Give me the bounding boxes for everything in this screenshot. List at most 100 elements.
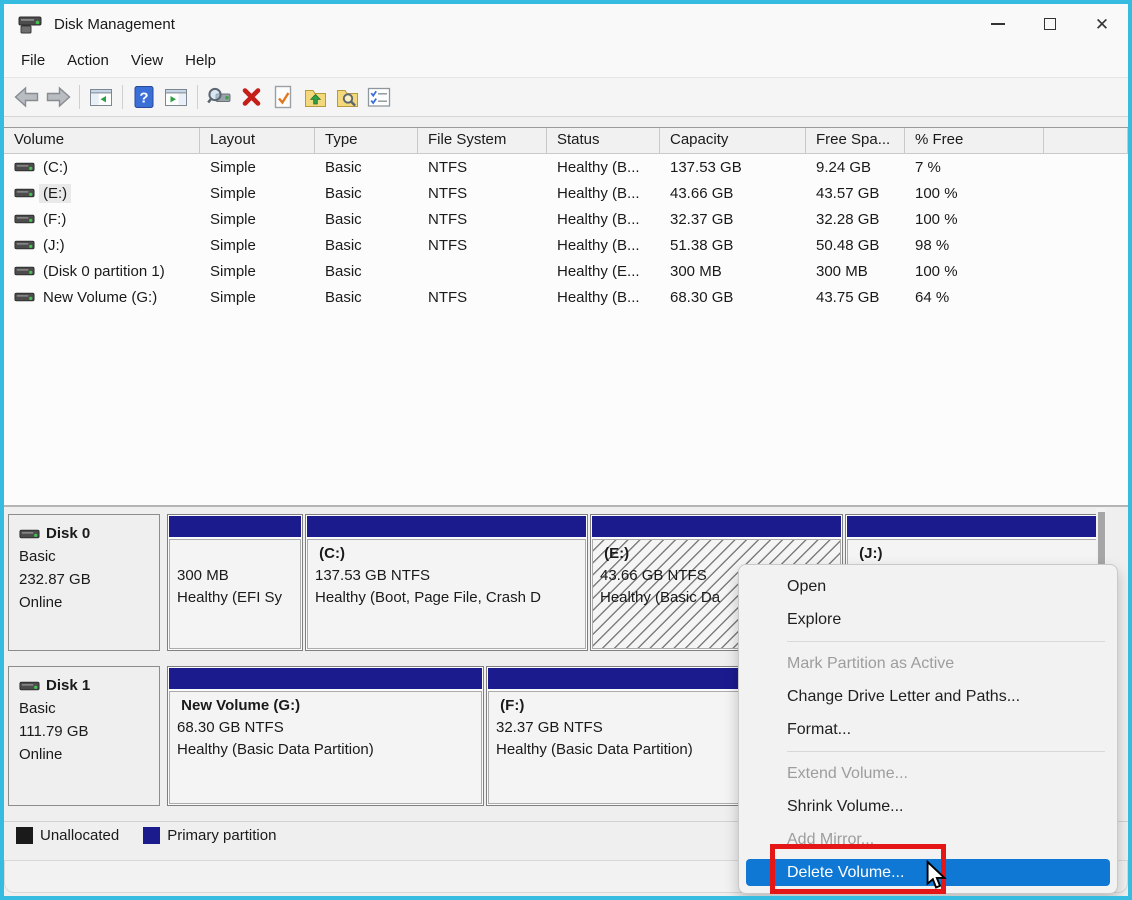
menubar-item-file[interactable]: File: [10, 48, 56, 73]
cell-free_space: 43.75 GB: [806, 289, 905, 306]
table-row[interactable]: (C:)SimpleBasicNTFSHealthy (B...137.53 G…: [4, 154, 1128, 180]
toolbar-button-delete[interactable]: [235, 82, 267, 112]
cell-status: Healthy (B...: [547, 185, 660, 202]
column-header-volume[interactable]: Volume: [4, 128, 200, 153]
toolbar-button-show-console-tree[interactable]: [85, 82, 117, 112]
context-menu-item-change-drive-letter-and-paths[interactable]: Change Drive Letter and Paths...: [739, 680, 1117, 713]
folder-up-icon: [303, 86, 328, 108]
context-menu-item-explore[interactable]: Explore: [739, 603, 1117, 636]
partition-title: New Volume (G:): [177, 695, 481, 717]
volume-cell: (E:): [4, 184, 200, 203]
cell-free_space: 32.28 GB: [806, 211, 905, 228]
toolbar-button-back[interactable]: [10, 82, 42, 112]
column-header-type[interactable]: Type: [315, 128, 418, 153]
menubar-item-view[interactable]: View: [120, 48, 174, 73]
table-row[interactable]: (F:)SimpleBasicNTFSHealthy (B...32.37 GB…: [4, 206, 1128, 232]
partition-title: (E:): [600, 543, 840, 565]
cell-layout: Simple: [200, 159, 315, 176]
legend-swatch: [16, 827, 33, 844]
partition-type-bar: [169, 668, 482, 689]
view-list-icon: [367, 86, 391, 108]
cell-free_space: 300 MB: [806, 263, 905, 280]
toolbar-button-view-list[interactable]: [363, 82, 395, 112]
cell-layout: Simple: [200, 237, 315, 254]
partition-title: (J:): [855, 543, 1102, 565]
maximize-button[interactable]: [1024, 4, 1076, 44]
disk-name: Disk 1: [19, 674, 159, 697]
drive-icon: [14, 187, 35, 199]
context-menu-item-extend-volume: Extend Volume...: [739, 757, 1117, 790]
column-header-layout[interactable]: Layout: [200, 128, 315, 153]
disk-label-0[interactable]: Disk 0Basic232.87 GBOnline: [8, 514, 160, 651]
cell-pct_free: 100 %: [905, 211, 1044, 228]
table-row[interactable]: New Volume (G:)SimpleBasicNTFSHealthy (B…: [4, 284, 1128, 310]
back-icon: [13, 86, 40, 108]
cell-layout: Simple: [200, 263, 315, 280]
context-menu-item-open[interactable]: Open: [739, 570, 1117, 603]
drive-icon: [14, 161, 35, 173]
legend-swatch: [143, 827, 160, 844]
partition[interactable]: 300 MBHealthy (EFI Sy: [167, 514, 303, 651]
disk-size: 111.79 GB: [19, 720, 159, 743]
toolbar-button-folder-up[interactable]: [299, 82, 331, 112]
disk-icon: [19, 680, 40, 692]
partition-c[interactable]: (C:)137.53 GB NTFSHealthy (Boot, Page Fi…: [305, 514, 588, 651]
context-menu-separator: [787, 751, 1105, 752]
menubar-item-action[interactable]: Action: [56, 48, 120, 73]
help-icon: ?: [134, 85, 154, 109]
disk-management-app-icon: [18, 14, 42, 34]
toolbar-separator: [79, 85, 80, 109]
table-row[interactable]: (J:)SimpleBasicNTFSHealthy (B...51.38 GB…: [4, 232, 1128, 258]
disk-label-1[interactable]: Disk 1Basic111.79 GBOnline: [8, 666, 160, 806]
column-header-free-spa-[interactable]: Free Spa...: [806, 128, 905, 153]
cell-pct_free: 100 %: [905, 185, 1044, 202]
cell-capacity: 137.53 GB: [660, 159, 806, 176]
volume-cell: (F:): [4, 211, 200, 228]
cell-pct_free: 7 %: [905, 159, 1044, 176]
toolbar-button-show-action-pane[interactable]: [160, 82, 192, 112]
close-button[interactable]: ✕: [1076, 4, 1128, 44]
disk-kind: Basic: [19, 697, 159, 720]
partition-type-bar: [169, 516, 301, 537]
partition-newvolumeg[interactable]: New Volume (G:)68.30 GB NTFSHealthy (Bas…: [167, 666, 484, 806]
menu-bar: FileActionViewHelp: [4, 44, 1128, 77]
disk-size: 232.87 GB: [19, 568, 159, 591]
volume-cell: (C:): [4, 159, 200, 176]
column-header-blank[interactable]: [1044, 128, 1128, 153]
context-menu-item-format[interactable]: Format...: [739, 713, 1117, 746]
forward-icon: [45, 86, 72, 108]
cell-status: Healthy (B...: [547, 237, 660, 254]
cell-layout: Simple: [200, 211, 315, 228]
column-header-file-system[interactable]: File System: [418, 128, 547, 153]
menubar-item-help[interactable]: Help: [174, 48, 227, 73]
table-row[interactable]: (Disk 0 partition 1)SimpleBasicHealthy (…: [4, 258, 1128, 284]
toolbar-button-check-document[interactable]: [267, 82, 299, 112]
legend-item-primary-partition: Primary partition: [143, 827, 276, 844]
toolbar-button-disk-properties[interactable]: [203, 82, 235, 112]
column-header-%-free[interactable]: % Free: [905, 128, 1044, 153]
cell-type: Basic: [315, 185, 418, 202]
close-icon: ✕: [1095, 16, 1109, 33]
cell-pct_free: 98 %: [905, 237, 1044, 254]
toolbar-separator: [197, 85, 198, 109]
column-header-capacity[interactable]: Capacity: [660, 128, 806, 153]
legend-label: Unallocated: [40, 827, 119, 844]
disk-state: Online: [19, 591, 159, 614]
volume-label: (C:): [43, 159, 68, 176]
partition-status: Healthy (Boot, Page File, Crash D: [315, 587, 585, 609]
cell-pct_free: 64 %: [905, 289, 1044, 306]
toolbar-button-help[interactable]: ?: [128, 82, 160, 112]
cell-status: Healthy (B...: [547, 289, 660, 306]
toolbar-button-forward[interactable]: [42, 82, 74, 112]
cell-type: Basic: [315, 289, 418, 306]
annotation-highlight-box: [770, 844, 946, 894]
column-header-status[interactable]: Status: [547, 128, 660, 153]
table-row[interactable]: (E:)SimpleBasicNTFSHealthy (B...43.66 GB…: [4, 180, 1128, 206]
cell-layout: Simple: [200, 289, 315, 306]
context-menu-item-shrink-volume[interactable]: Shrink Volume...: [739, 790, 1117, 823]
minimize-button[interactable]: [972, 4, 1024, 44]
volume-table-body: (C:)SimpleBasicNTFSHealthy (B...137.53 G…: [4, 154, 1128, 310]
cell-capacity: 43.66 GB: [660, 185, 806, 202]
toolbar-button-folder-find[interactable]: [331, 82, 363, 112]
partition-title: (C:): [315, 543, 585, 565]
